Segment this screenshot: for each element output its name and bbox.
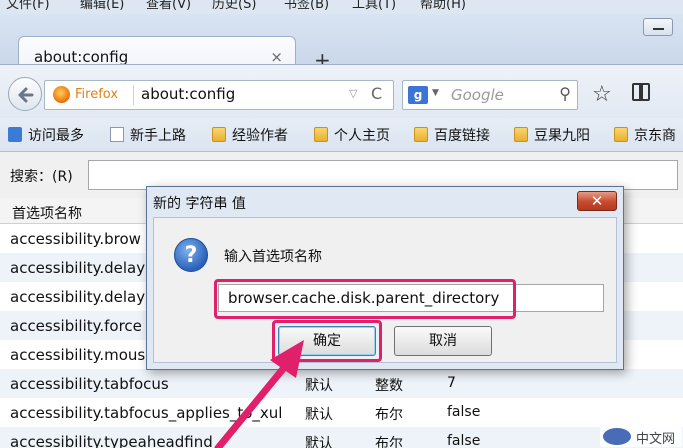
watermark-text: 中文网 — [636, 432, 676, 447]
watermark: 中文网 — [600, 427, 682, 447]
annotation-arrow-icon — [214, 340, 304, 448]
php-logo-icon — [603, 428, 631, 445]
